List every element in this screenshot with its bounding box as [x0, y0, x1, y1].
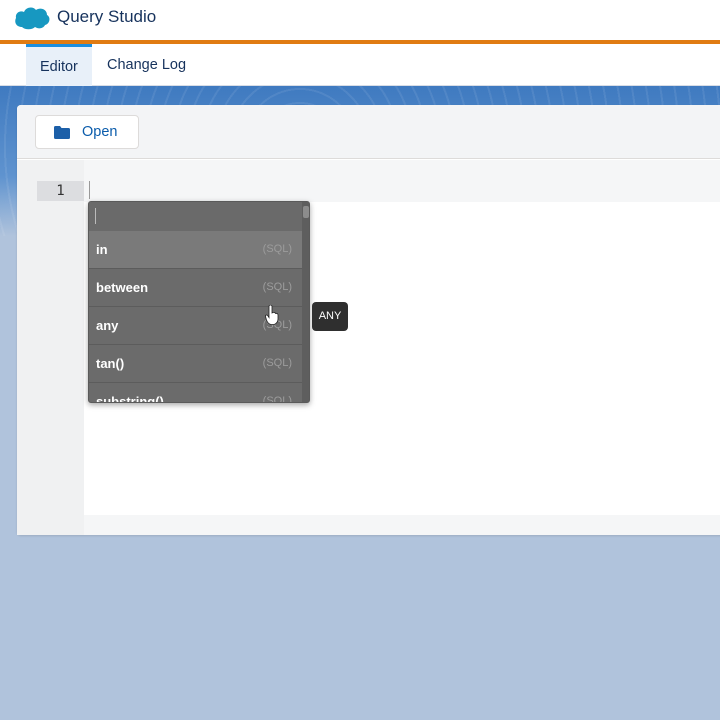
line-number: 1 [37, 181, 84, 201]
autocomplete-keyword: in [96, 242, 108, 257]
app-header: Query Studio [0, 0, 720, 40]
open-button[interactable]: Open [35, 115, 139, 149]
scrollbar-thumb[interactable] [303, 206, 309, 218]
folder-icon [54, 126, 70, 139]
hand-pointer-icon [265, 305, 279, 325]
app-title: Query Studio [57, 7, 157, 26]
autocomplete-tag: (SQL) [262, 281, 292, 293]
line-gutter: 1 [17, 160, 84, 535]
autocomplete-keyword: between [96, 280, 149, 295]
keyword-tooltip: ANY [312, 302, 348, 331]
autocomplete-item[interactable]: tan() (SQL) [89, 345, 302, 383]
salesforce-cloud-icon [15, 7, 50, 30]
autocomplete-tag: (SQL) [262, 395, 292, 403]
tab-change-log[interactable]: Change Log [93, 44, 200, 86]
autocomplete-tag: (SQL) [262, 243, 292, 255]
tab-bar: Editor Change Log [0, 44, 720, 86]
text-cursor [89, 181, 90, 199]
tab-editor[interactable]: Editor [26, 44, 92, 86]
active-line[interactable] [84, 160, 720, 202]
autocomplete-scrollbar[interactable] [302, 202, 309, 402]
autocomplete-keyword: tan() [96, 356, 125, 371]
autocomplete-search[interactable] [89, 202, 309, 231]
autocomplete-dropdown: in (SQL) between (SQL) any (SQL) tan() (… [88, 201, 310, 403]
autocomplete-item[interactable]: in (SQL) [89, 231, 302, 269]
autocomplete-item[interactable]: substring() (SQL) [89, 383, 302, 403]
autocomplete-tag: (SQL) [262, 357, 292, 369]
autocomplete-keyword: substring() [96, 394, 164, 403]
autocomplete-item[interactable]: between (SQL) [89, 269, 302, 307]
open-button-label: Open [82, 124, 118, 140]
search-caret [95, 208, 96, 224]
autocomplete-keyword: any [96, 318, 119, 333]
toolbar: Open [17, 105, 720, 159]
